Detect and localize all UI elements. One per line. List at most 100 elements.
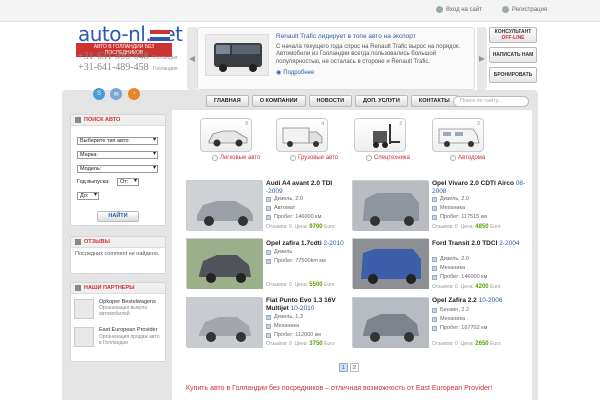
category-campers-card[interactable]: 2 — [432, 118, 484, 152]
footer-slogan: Купить авто в Голландии без посредников … — [186, 385, 493, 392]
partner-item[interactable]: East European Provider Организация прода… — [99, 327, 163, 346]
listing-title[interactable]: Opel Vivaro 2.0 CDTI Airco 08-2008 — [432, 180, 532, 195]
category-label-text: Спецтехника — [374, 155, 410, 161]
spec-text: Механика — [440, 265, 466, 271]
fuel-icon — [266, 315, 271, 320]
news-more-link[interactable]: ◉ Подробнее — [276, 69, 314, 77]
partners-icon — [75, 285, 81, 291]
listing-meta: Отзывов: 0 Цена: 2650 Euro — [432, 341, 501, 347]
page-1[interactable]: 1 — [339, 363, 348, 372]
price-label: Цена: — [460, 341, 474, 347]
fuel-icon — [266, 197, 271, 202]
listing-reviews: Отзывов: 0 — [266, 282, 292, 288]
partner-logo[interactable] — [74, 327, 94, 347]
nav-news[interactable]: НОВОСТИ — [308, 95, 353, 107]
booking-button[interactable]: БРОНИРОВАТЬ — [489, 67, 537, 83]
radio-icon — [290, 155, 296, 161]
listing-price: 2650 — [475, 341, 489, 347]
category-trucks-label[interactable]: Грузовые авто — [290, 155, 338, 161]
listing-title-text: Audi A4 avant 2.0 TDI — [266, 180, 333, 187]
email-icon[interactable]: ✉ — [110, 88, 122, 100]
spec-text: Пробег: 146000 км — [274, 214, 322, 220]
listing-title[interactable]: Opel zafira 1.7cdti 2-2010 — [266, 240, 348, 248]
listing-photo[interactable] — [352, 297, 429, 348]
phone-note: Голландия — [152, 66, 178, 72]
gearbox-icon — [266, 206, 271, 211]
year-to-select[interactable]: До: — [77, 192, 99, 200]
listing-specs: Дизель, 2.0 Автомат Пробег: 146000 км — [266, 195, 321, 222]
listing-specs: Бензин, 2.2 Механика Пробег: 167702 км — [432, 306, 487, 333]
partner-item[interactable]: Opkoper Bestelwagens Организация выкупа … — [99, 299, 163, 317]
skype-icon[interactable]: S — [93, 88, 105, 100]
consultant-button[interactable]: КОНСУЛЬТАНТ OFF-LINE — [489, 27, 537, 43]
news-prev-arrow[interactable]: ◀ — [187, 27, 197, 90]
price-label: Цена: — [460, 224, 474, 230]
listing-photo[interactable] — [352, 180, 429, 231]
listing-meta: Отзывов: 0 Цена: 4200 Euro — [432, 284, 501, 290]
spec-text: Пробег: 77500km км — [274, 258, 326, 264]
fuel-icon — [432, 308, 437, 313]
category-special-label[interactable]: Спецтехника — [366, 155, 410, 161]
listing-specs: Дизель, 1.3 Механика Пробег: 112000 км — [266, 313, 321, 340]
login-label: Вход на сайт — [446, 6, 482, 13]
category-cars-card[interactable]: 8 — [200, 118, 252, 152]
category-trucks-card[interactable]: 4 — [276, 118, 328, 152]
site-search-input[interactable]: Поиск по сайту... — [453, 96, 529, 107]
model-select[interactable]: Модель: — [77, 165, 158, 173]
listing-year: 10-2006 — [478, 297, 503, 304]
login-link[interactable]: Вход на сайт — [436, 6, 482, 13]
nav-contacts[interactable]: КОНТАКТЫ — [410, 95, 458, 107]
listing-photo[interactable] — [186, 180, 263, 231]
gearbox-icon — [432, 317, 437, 322]
spec-text: Дизель — [274, 249, 293, 255]
register-link[interactable]: Регистрация — [502, 6, 547, 13]
listing-photo[interactable] — [186, 297, 263, 348]
news-next-arrow[interactable]: ▶ — [477, 27, 487, 90]
mileage-icon — [266, 333, 271, 338]
mileage-icon — [432, 215, 437, 220]
listing-price: 5500 — [309, 282, 323, 288]
mileage-icon — [266, 259, 271, 264]
write-us-button[interactable]: НАПИСАТЬ НАМ — [489, 47, 537, 63]
listing-year: 10-2010 — [290, 304, 315, 312]
price-label: Цена: — [294, 341, 308, 347]
listing-year: 2-2004 — [499, 240, 520, 247]
listing-title[interactable]: Opel Zafira 2.2 10-2006 — [432, 297, 532, 305]
currency: Euro — [324, 341, 335, 347]
news-image[interactable] — [205, 34, 269, 76]
partner-logo[interactable] — [74, 299, 94, 319]
fuel-icon — [432, 257, 437, 262]
phone-number: +31-641-489-458 — [78, 62, 149, 73]
page-2[interactable]: 2 — [350, 363, 359, 372]
pagination: 1 2 — [339, 363, 359, 372]
listing-title[interactable]: Ford Transit 2.0 TDCI 2-2004 — [432, 240, 532, 248]
news-title[interactable]: Renault Trafic лидирует в топе авто на э… — [276, 33, 416, 40]
nav-services[interactable]: ДОП. УСЛУГИ — [355, 95, 408, 107]
user-icon — [436, 6, 443, 13]
listing-title[interactable]: Audi A4 avant 2.0 TDI -2009 — [266, 180, 348, 195]
find-button[interactable]: НАЙТИ — [97, 211, 139, 222]
listing-title[interactable]: Fiat Punto Evo 1.3 16V Multijet 10-2010 — [266, 297, 348, 312]
category-special-card[interactable]: 2 — [354, 118, 406, 152]
nav-about[interactable]: О КОМПАНИИ — [251, 95, 306, 107]
brand-select[interactable]: Марка: — [77, 151, 158, 159]
mileage-icon — [432, 326, 437, 331]
category-label-text: Грузовые авто — [298, 155, 339, 161]
spec-text: Пробег: 117515 км — [440, 214, 487, 220]
listing-photo[interactable] — [352, 238, 429, 289]
type-select[interactable]: Выберите тип авто: — [77, 137, 158, 145]
reviews-title: ОТЗЫВЫ — [84, 239, 110, 245]
partner-desc: Организация выкупа автомобилей — [99, 305, 148, 317]
price-label: Цена: — [294, 282, 308, 288]
category-campers-label[interactable]: Автодома — [450, 155, 485, 161]
spec-text: Дизель, 1.3 — [274, 314, 303, 320]
listing-year: -2009 — [266, 187, 283, 195]
rss-icon[interactable]: ◔ — [128, 88, 140, 100]
nav-home[interactable]: ГЛАВНАЯ — [206, 95, 249, 107]
year-from-select[interactable]: От: — [117, 178, 139, 186]
listing-photo[interactable] — [186, 238, 263, 289]
category-cars-label[interactable]: Легковые авто — [212, 155, 260, 161]
listing-price: 4200 — [475, 284, 489, 290]
listing-specs: Дизель, 2.0 Механика Пробег: 117515 км — [432, 195, 487, 222]
partners-panel: НАШИ ПАРТНЕРЫ Opkoper Bestelwagens Орган… — [70, 282, 166, 362]
